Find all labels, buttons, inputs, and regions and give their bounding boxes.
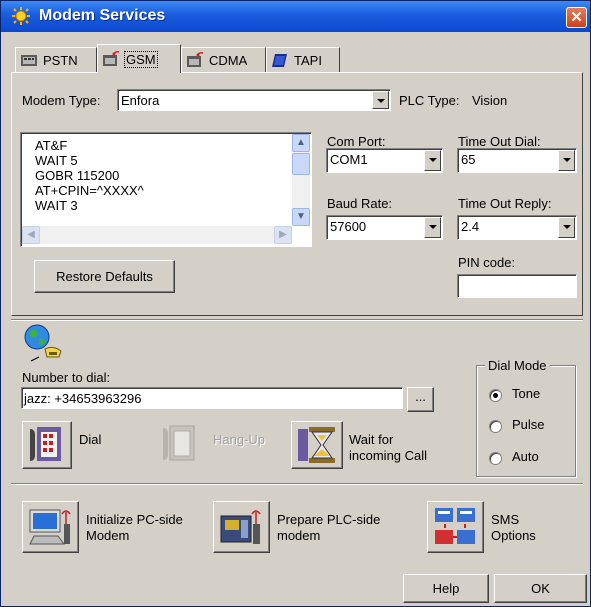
baud-rate-label: Baud Rate: [327,196,393,211]
hangup-phone-icon [163,425,195,461]
scroll-thumb[interactable] [292,153,310,175]
help-button[interactable]: Help [403,574,489,603]
sms-options-button[interactable] [427,501,484,553]
modem-type-value: Enfora [121,93,160,108]
modem-type-label: Modem Type: [22,93,101,108]
hangup-label: Hang-Up [213,432,266,447]
sms-label-line2: Options [491,528,536,543]
init-pc-label-line2: Modem [86,528,130,543]
timeout-reply-select[interactable]: 2.4 [457,215,577,240]
sms-options-icon [435,508,475,544]
baud-rate-select[interactable]: 57600 [326,215,443,240]
com-port-label: Com Port: [327,134,386,149]
scroll-left-icon[interactable]: ◀ [22,226,40,244]
title-bar[interactable]: Modem Services ✕ [1,1,590,32]
radio-tone-label: Tone [512,386,541,401]
dial-mode-title: Dial Mode [485,358,550,373]
script-line: WAIT 3 [35,198,78,213]
ok-button[interactable]: OK [494,574,587,603]
dial-button[interactable] [22,421,72,469]
com-port-select[interactable]: COM1 [326,148,443,173]
separator [11,483,583,485]
timeout-dial-label: Time Out Dial: [458,134,541,149]
hourglass-icon [298,427,335,463]
timeout-reply-value: 2.4 [461,219,480,234]
close-button[interactable]: ✕ [566,7,587,28]
number-to-dial-input[interactable]: jazz: +34653963296 [21,387,403,409]
script-line: AT&F [35,138,68,153]
hangup-button[interactable] [156,422,206,468]
tab-cdma[interactable]: CDMA [181,47,266,72]
cdma-modem-icon [187,52,204,67]
dial-label: Dial [79,432,102,447]
timeout-dial-select[interactable]: 65 [457,148,577,173]
init-script-textarea[interactable]: AT&F WAIT 5 GOBR 115200 AT+CPIN=^XXXX^ W… [20,132,312,247]
chevron-down-icon[interactable] [424,217,441,238]
script-line: WAIT 5 [35,153,78,168]
wait-label-line2: incoming Call [349,448,428,463]
prepare-plc-label-line2: modem [277,528,321,543]
tab-pstn[interactable]: PSTN [15,47,97,72]
globe-phone-icon [24,324,62,362]
plc-type-value: Vision [472,93,508,108]
wait-for-call-button[interactable] [291,421,343,469]
prepare-plc-modem-button[interactable] [213,501,270,553]
com-port-value: COM1 [330,152,368,167]
script-line: AT+CPIN=^XXXX^ [35,183,144,198]
radio-tone[interactable] [489,389,502,402]
script-line: GOBR 115200 [35,168,120,183]
sun-app-icon [12,7,30,25]
timeout-dial-value: 65 [461,152,476,167]
vertical-scrollbar[interactable]: ▲ ▼ [292,134,310,226]
radio-auto[interactable] [489,452,502,465]
chevron-down-icon[interactable] [424,150,441,171]
initialize-pc-modem-button[interactable] [22,501,79,553]
browse-button[interactable]: ... [407,387,434,412]
sms-label-line1: SMS [491,512,520,527]
radio-pulse-label: Pulse [512,417,545,432]
tab-tapi[interactable]: TAPI [266,47,340,72]
pin-code-label: PIN code: [458,255,516,270]
tab-tapi-label: TAPI [294,52,322,68]
scroll-down-icon[interactable]: ▼ [292,208,310,226]
number-to-dial-label: Number to dial: [22,370,111,385]
window-title: Modem Services [39,7,166,24]
chevron-down-icon[interactable] [558,150,575,171]
dial-phone-icon [30,427,61,461]
chevron-down-icon[interactable] [372,91,389,109]
modem-type-select[interactable]: Enfora [117,89,391,111]
tab-gsm-label: GSM [124,50,158,68]
prepare-plc-label-line1: Prepare PLC-side [277,512,381,527]
plc-modem-icon [220,510,261,544]
pc-modem-icon [29,509,71,545]
tab-gsm[interactable]: GSM [97,44,181,73]
radio-auto-label: Auto [512,449,539,464]
init-pc-label-line1: Initialize PC-side [86,512,183,527]
gsm-modem-icon [103,51,120,66]
chevron-down-icon[interactable] [558,217,575,238]
wait-label-line1: Wait for [349,432,394,447]
baud-rate-value: 57600 [330,219,367,234]
pin-code-input[interactable] [457,274,577,298]
horizontal-scrollbar[interactable]: ◀ ▶ [22,226,292,244]
modem-services-window: Modem Services ✕ PSTN GSM CDMA TAPI Mode… [0,0,591,607]
radio-pulse[interactable] [489,420,502,433]
plc-type-label: PLC Type: [399,93,460,108]
restore-defaults-button[interactable]: Restore Defaults [34,260,175,293]
tab-cdma-label: CDMA [209,52,248,68]
separator [11,319,583,321]
timeout-reply-label: Time Out Reply: [458,196,552,211]
scroll-right-icon[interactable]: ▶ [274,226,292,244]
pstn-modem-icon [21,55,37,66]
scroll-up-icon[interactable]: ▲ [292,134,310,152]
tab-pstn-label: PSTN [43,52,78,68]
tapi-book-icon [272,54,287,67]
